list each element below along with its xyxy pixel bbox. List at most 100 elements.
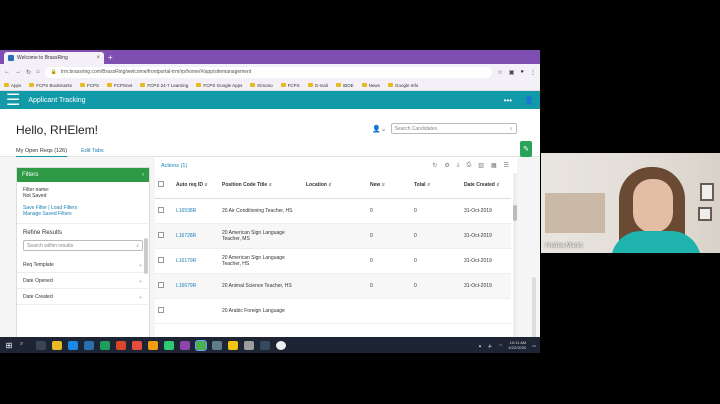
grid-view-icon[interactable]: ▦ xyxy=(491,162,497,169)
table-row[interactable]: L16728R 20 American Sign Language Teache… xyxy=(155,223,511,249)
req-id-link[interactable]: L16538R xyxy=(173,198,219,224)
excel-icon[interactable] xyxy=(100,340,110,350)
address-bar[interactable]: 🔒 trm.brassring.com/BrassRing/welcome/fr… xyxy=(44,66,493,78)
hamburger-menu-icon[interactable]: ☰ xyxy=(6,90,20,110)
column-header-new[interactable]: New ⇵ xyxy=(367,173,411,199)
participant-video-tile[interactable]: Andrea Martin xyxy=(541,153,720,253)
actions-link[interactable]: Actions (1) xyxy=(161,163,187,169)
select-all-checkbox[interactable] xyxy=(158,181,164,188)
browser-tab[interactable]: Welcome to BrassRing × xyxy=(4,52,104,64)
bookmark-item[interactable]: Google Info xyxy=(387,83,418,88)
windows-start-icon[interactable]: ⊞ xyxy=(4,340,14,350)
close-tab-icon[interactable]: × xyxy=(96,55,100,61)
accordion-date-opened[interactable]: Date Opened ⌄ xyxy=(17,273,149,289)
app-icon[interactable] xyxy=(132,340,142,350)
search-candidates-input[interactable]: Search Candidates ⌕ xyxy=(390,123,517,134)
more-options-icon[interactable]: ••• xyxy=(504,96,512,105)
app-icon[interactable] xyxy=(164,340,174,350)
edit-pencil-button[interactable]: ✎ xyxy=(520,141,532,157)
accordion-req-template[interactable]: Req Template ⌄ xyxy=(17,257,149,273)
row-checkbox[interactable] xyxy=(158,231,164,238)
tab-edit-tabs[interactable]: Edit Tabs xyxy=(81,148,104,157)
volume-icon[interactable]: 🔈 xyxy=(488,343,493,348)
forward-icon[interactable]: → xyxy=(15,69,21,75)
chevron-down-icon: ⌄ xyxy=(137,262,143,268)
row-checkbox[interactable] xyxy=(158,256,164,263)
file-explorer-icon[interactable] xyxy=(52,340,62,350)
column-header-position-title[interactable]: Position Code Title ⇵ xyxy=(219,173,303,199)
back-icon[interactable]: ← xyxy=(4,69,10,75)
row-checkbox[interactable] xyxy=(158,306,164,313)
manage-saved-filters-link[interactable]: Manage Saved Filters xyxy=(17,211,149,217)
chrome-icon[interactable] xyxy=(195,339,207,351)
bookmark-item[interactable]: G-mail xyxy=(307,83,328,88)
star-icon[interactable]: ☆ xyxy=(497,69,502,76)
powerpoint-icon[interactable] xyxy=(116,340,126,350)
address-url: trm.brassring.com/BrassRing/welcome/fron… xyxy=(60,69,252,75)
bookmark-item[interactable]: News xyxy=(361,83,380,88)
print-icon[interactable]: ⎙ xyxy=(466,162,471,169)
req-id-link[interactable]: L16179R xyxy=(173,248,219,274)
row-checkbox[interactable] xyxy=(158,281,164,288)
new-tab-icon[interactable]: + xyxy=(108,52,113,64)
person-dropdown-icon[interactable]: 👤⌄ xyxy=(372,125,387,133)
column-header-location[interactable]: Location ⇵ xyxy=(303,173,367,199)
app-icon[interactable] xyxy=(260,340,270,350)
bookmark-item[interactable]: IBOE xyxy=(335,83,354,88)
word-icon[interactable] xyxy=(84,340,94,350)
bookmark-item[interactable]: FCPS xyxy=(80,83,99,88)
req-id-link[interactable]: L16728R xyxy=(173,223,219,249)
column-header-auto-req-id[interactable]: Auto req ID ⇵ xyxy=(173,173,219,199)
bookmark-item[interactable]: FCPSnet xyxy=(107,83,132,88)
table-row[interactable]: L16179R 20 American Sign Language Teache… xyxy=(155,248,511,274)
home-icon[interactable]: ⌂ xyxy=(36,69,40,75)
network-icon[interactable]: ▲ xyxy=(478,343,482,348)
reload-icon[interactable]: ↻ xyxy=(26,69,31,76)
column-header-date-created[interactable]: Date Created ⇵ xyxy=(461,173,511,199)
accordion-date-created[interactable]: Date Created ⌄ xyxy=(17,289,149,305)
req-id-link[interactable] xyxy=(173,298,219,324)
search-icon[interactable]: ⌕ xyxy=(510,126,513,132)
bookmark-item[interactable]: FCPS 24-7 Learning xyxy=(140,83,188,88)
menu-icon[interactable]: ⋮ xyxy=(530,69,536,76)
task-view-icon[interactable] xyxy=(36,340,46,350)
bookmark-item[interactable]: FCPS Google Apps xyxy=(196,83,242,88)
table-row[interactable]: L16538R 20 Air Conditioning Teacher, HS … xyxy=(155,198,511,224)
refresh-icon[interactable]: ↻ xyxy=(432,162,437,169)
system-clock[interactable]: 10:11 AM 4/22/2020 xyxy=(508,340,526,350)
bookmark-item[interactable]: FCPS Bookmarks xyxy=(29,83,72,88)
download-icon[interactable]: ⤓ xyxy=(457,162,460,169)
table-scroll-thumb[interactable] xyxy=(513,205,517,221)
bookmark-item[interactable]: Kimono xyxy=(250,83,273,88)
user-profile-icon[interactable]: 👤 xyxy=(524,96,534,105)
onenote-icon[interactable] xyxy=(180,340,190,350)
search-icon[interactable]: ⌕ xyxy=(136,243,139,249)
firefox-icon[interactable] xyxy=(148,340,158,350)
mail-icon[interactable] xyxy=(68,340,78,350)
search-icon[interactable]: ⌕ xyxy=(20,341,30,350)
list-view-icon[interactable]: ☰ xyxy=(504,162,509,169)
folder-icon xyxy=(280,83,286,87)
bookmark-item[interactable]: Apps xyxy=(4,83,21,88)
app-icon[interactable] xyxy=(212,340,222,350)
collapse-chevron-icon[interactable]: ‹ xyxy=(142,172,144,178)
tab-my-open-reqs[interactable]: My Open Reqs (126) xyxy=(16,148,68,157)
wifi-icon[interactable]: ◠ xyxy=(499,343,503,348)
app-icon[interactable] xyxy=(244,340,254,350)
notifications-icon[interactable]: ▭ xyxy=(532,343,536,348)
filters-scrollbar[interactable] xyxy=(144,238,148,274)
row-checkbox[interactable] xyxy=(158,206,164,213)
bookmark-item[interactable]: FCPS xyxy=(280,83,300,88)
profile-icon[interactable]: ● xyxy=(520,69,524,76)
extension-icon[interactable]: ▣ xyxy=(509,69,515,76)
table-row[interactable]: 20 Arabic Foreign Language xyxy=(155,298,511,324)
table-scrollbar[interactable] xyxy=(513,173,517,353)
sticky-notes-icon[interactable] xyxy=(228,340,238,350)
req-id-link[interactable]: L16679R xyxy=(173,273,219,299)
column-header-total[interactable]: Total ⇵ xyxy=(411,173,461,199)
table-row[interactable]: L16679R 20 Animal Science Teacher, HS 0 … xyxy=(155,273,511,299)
app-icon[interactable] xyxy=(276,340,286,350)
chart-icon[interactable]: ▥ xyxy=(478,162,484,169)
settings-icon[interactable]: ⚙ xyxy=(444,162,449,169)
refine-search-input[interactable]: Search within results ⌕ xyxy=(23,240,143,251)
